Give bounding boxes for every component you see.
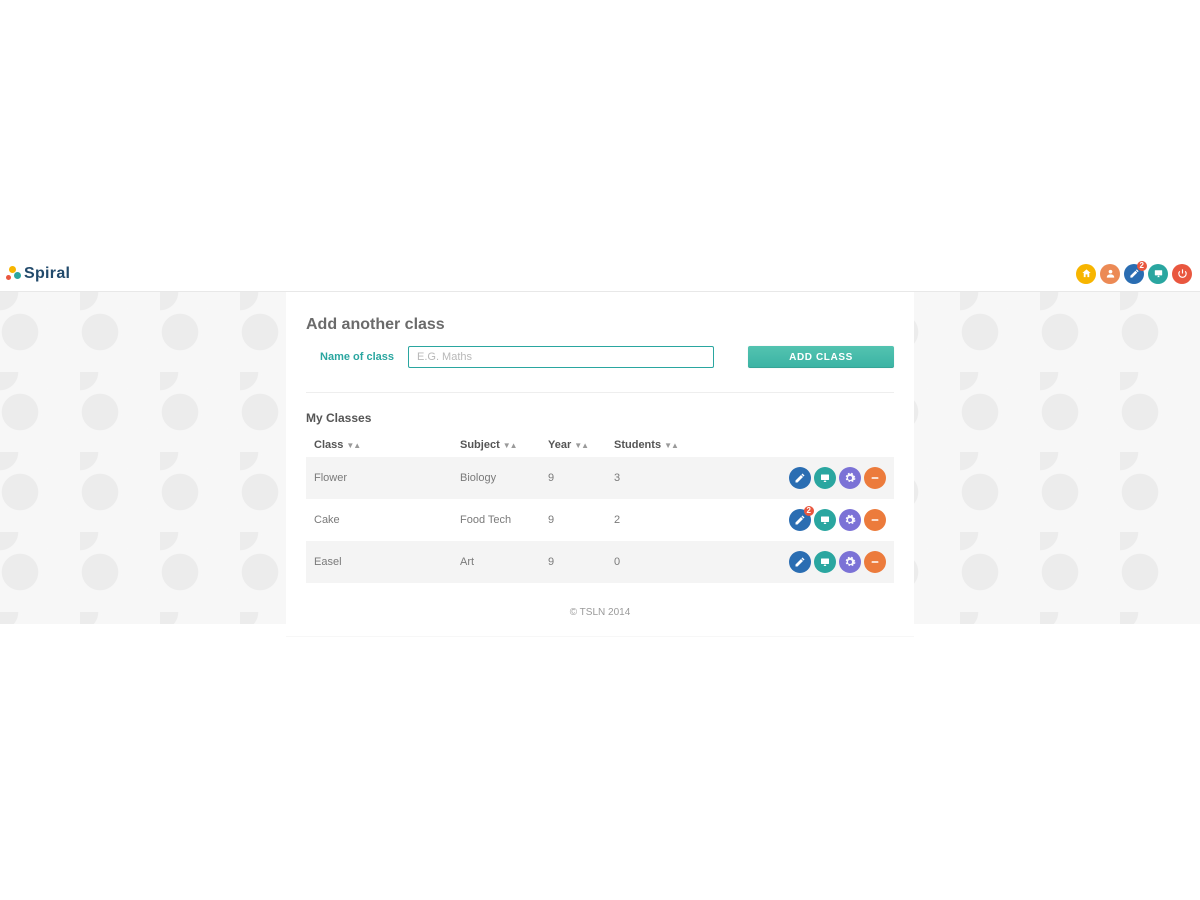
brand-mark <box>6 266 20 282</box>
my-classes-heading: My Classes <box>306 411 894 425</box>
sort-icon: ▼▲ <box>503 441 517 450</box>
cell-actions: 2 <box>706 499 894 541</box>
sort-icon: ▼▲ <box>574 441 588 450</box>
cell-year: 9 <box>540 457 606 499</box>
col-subject-header[interactable]: Subject▼▲ <box>452 433 540 457</box>
col-students-header[interactable]: Students▼▲ <box>606 433 706 457</box>
add-class-button[interactable]: ADD CLASS <box>748 346 894 368</box>
class-name-label: Name of class <box>306 351 394 363</box>
add-class-heading: Add another class <box>306 316 894 334</box>
cell-students: 2 <box>606 499 706 541</box>
row-present-icon[interactable] <box>814 551 836 573</box>
row-present-icon[interactable] <box>814 509 836 531</box>
cell-class: Cake <box>306 499 452 541</box>
row-remove-icon[interactable] <box>864 509 886 531</box>
brand-logo[interactable]: Spiral <box>6 265 70 283</box>
brand-name: Spiral <box>24 265 70 283</box>
cell-actions <box>706 457 894 499</box>
row-settings-icon[interactable] <box>839 467 861 489</box>
row-edit-icon[interactable] <box>789 551 811 573</box>
profile-icon[interactable] <box>1100 264 1120 284</box>
cell-students: 3 <box>606 457 706 499</box>
row-remove-icon[interactable] <box>864 467 886 489</box>
row-edit-icon[interactable] <box>789 467 811 489</box>
table-header-row: Class▼▲ Subject▼▲ Year▼▲ Students▼▲ <box>306 433 894 457</box>
col-class-header[interactable]: Class▼▲ <box>306 433 452 457</box>
row-badge: 2 <box>804 506 814 516</box>
col-year-header[interactable]: Year▼▲ <box>540 433 606 457</box>
row-settings-icon[interactable] <box>839 551 861 573</box>
cell-actions <box>706 541 894 583</box>
header-icon-group: 2 <box>1076 264 1196 284</box>
row-edit-icon[interactable]: 2 <box>789 509 811 531</box>
sort-icon: ▼▲ <box>346 441 360 450</box>
notification-badge: 2 <box>1137 261 1147 271</box>
cell-subject: Art <box>452 541 540 583</box>
row-remove-icon[interactable] <box>864 551 886 573</box>
row-present-icon[interactable] <box>814 467 836 489</box>
row-settings-icon[interactable] <box>839 509 861 531</box>
top-header: Spiral 2 <box>0 256 1200 292</box>
home-icon[interactable] <box>1076 264 1096 284</box>
edit-icon[interactable]: 2 <box>1124 264 1144 284</box>
presentation-icon[interactable] <box>1148 264 1168 284</box>
divider <box>306 392 894 393</box>
table-row: CakeFood Tech922 <box>306 499 894 541</box>
cell-students: 0 <box>606 541 706 583</box>
power-icon[interactable] <box>1172 264 1192 284</box>
sort-icon: ▼▲ <box>664 441 678 450</box>
cell-subject: Biology <box>452 457 540 499</box>
cell-class: Easel <box>306 541 452 583</box>
class-name-input[interactable] <box>408 346 714 368</box>
col-actions-header <box>706 433 894 457</box>
cell-subject: Food Tech <box>452 499 540 541</box>
table-row: EaselArt90 <box>306 541 894 583</box>
classes-table: Class▼▲ Subject▼▲ Year▼▲ Students▼▲ Flow… <box>306 433 894 583</box>
cell-year: 9 <box>540 499 606 541</box>
cell-class: Flower <box>306 457 452 499</box>
add-class-form: Name of class ADD CLASS <box>306 346 894 368</box>
cell-year: 9 <box>540 541 606 583</box>
footer-copyright: © TSLN 2014 <box>306 607 894 618</box>
main-panel: Add another class Name of class ADD CLAS… <box>286 292 914 636</box>
table-row: FlowerBiology93 <box>306 457 894 499</box>
